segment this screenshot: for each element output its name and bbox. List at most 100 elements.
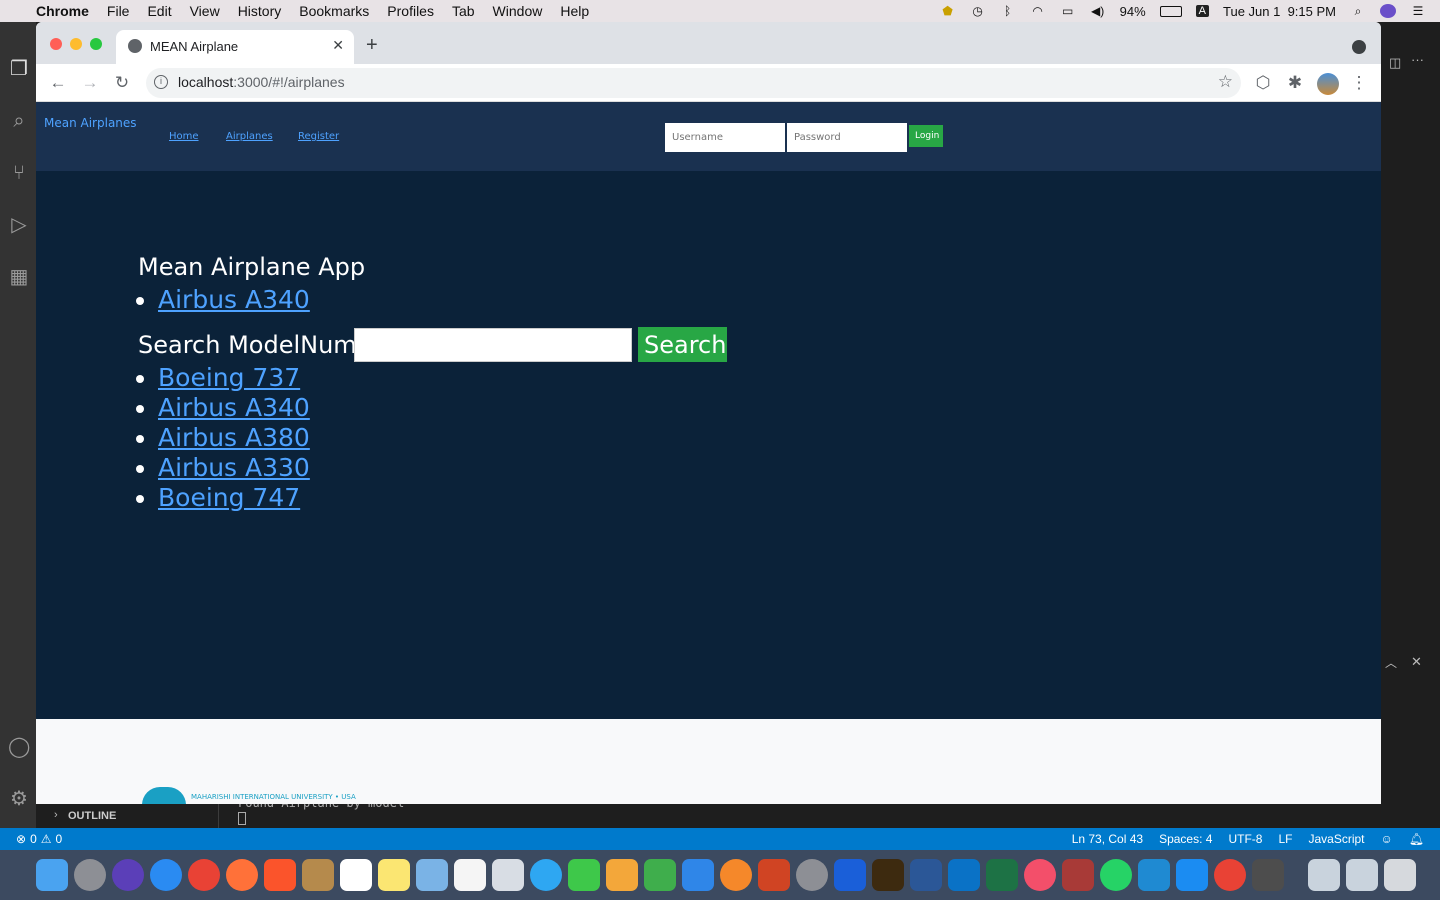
profile-avatar[interactable] <box>1317 73 1339 95</box>
input-source-icon[interactable]: A <box>1195 5 1210 17</box>
new-tab-button[interactable]: + <box>366 34 378 57</box>
numbers-icon[interactable] <box>644 859 676 891</box>
menu-edit[interactable]: Edit <box>147 3 171 19</box>
nav-register[interactable]: Register <box>298 131 339 142</box>
notification-center-icon[interactable]: ☰ <box>1410 4 1426 18</box>
airplane-link[interactable]: Airbus A330 <box>158 453 310 482</box>
menu-app-name[interactable]: Chrome <box>36 3 89 19</box>
maximize-panel-icon[interactable]: ︿ <box>1385 654 1397 671</box>
transfer-icon[interactable] <box>1176 859 1208 891</box>
spotlight-icon[interactable]: ⌕ <box>1350 4 1366 18</box>
feedback-icon[interactable]: ☺ <box>1381 832 1393 846</box>
nav-home[interactable]: Home <box>169 131 199 142</box>
airplane-link[interactable]: Boeing 737 <box>158 363 300 392</box>
trash-icon[interactable] <box>1384 859 1416 891</box>
extensions-icon[interactable]: ▦ <box>8 266 30 288</box>
tab-active[interactable]: MEAN Airplane ✕ <box>116 30 354 64</box>
tab-search-icon[interactable] <box>1352 40 1366 54</box>
time-machine-icon[interactable]: ◷ <box>970 4 986 18</box>
menu-view[interactable]: View <box>190 3 220 19</box>
volume-icon[interactable]: ◀) <box>1090 4 1106 18</box>
accounts-icon[interactable]: ◯ <box>8 736 30 758</box>
close-window-button[interactable] <box>50 38 62 50</box>
keynote-icon[interactable] <box>682 859 714 891</box>
menu-window[interactable]: Window <box>493 3 543 19</box>
menu-tab[interactable]: Tab <box>452 3 475 19</box>
menu-file[interactable]: File <box>107 3 130 19</box>
documents-stack-icon[interactable] <box>1346 859 1378 891</box>
downloads-stack-icon[interactable] <box>1308 859 1340 891</box>
search-icon[interactable]: ⌕ <box>8 110 30 132</box>
minimize-window-button[interactable] <box>70 38 82 50</box>
menu-help[interactable]: Help <box>560 3 589 19</box>
menu-bookmarks[interactable]: Bookmarks <box>299 3 369 19</box>
powerpoint-icon[interactable] <box>758 859 790 891</box>
word-icon[interactable] <box>910 859 942 891</box>
error-count[interactable]: 0 <box>30 832 37 846</box>
wifi-icon[interactable]: ◠ <box>1030 4 1046 18</box>
siri-app-icon[interactable] <box>112 859 144 891</box>
vscode-icon[interactable] <box>1138 859 1170 891</box>
search-input[interactable] <box>354 328 632 362</box>
books-icon[interactable] <box>720 859 752 891</box>
malwarebytes-icon[interactable] <box>834 859 866 891</box>
url-text[interactable]: localhost:3000/#!/airplanes <box>178 74 345 90</box>
preview-icon[interactable] <box>416 859 448 891</box>
encoding[interactable]: UTF-8 <box>1228 832 1262 846</box>
language-mode[interactable]: JavaScript <box>1308 832 1364 846</box>
address-bar[interactable]: i localhost:3000/#!/airplanes ☆ <box>146 68 1241 98</box>
outline-section[interactable]: OUTLINE <box>68 810 116 822</box>
chrome-icon[interactable] <box>188 859 220 891</box>
excel-icon[interactable] <box>986 859 1018 891</box>
menu-kebab-icon[interactable]: ⋮ <box>1346 70 1372 96</box>
reminders-icon[interactable] <box>454 859 486 891</box>
contacts-icon[interactable] <box>302 859 334 891</box>
bookmark-star-icon[interactable]: ☆ <box>1218 72 1233 92</box>
launchpad-icon[interactable] <box>74 859 106 891</box>
pages-icon[interactable] <box>606 859 638 891</box>
more-actions-icon[interactable]: ··· <box>1411 52 1424 67</box>
brave-icon[interactable] <box>264 859 296 891</box>
menu-profiles[interactable]: Profiles <box>387 3 434 19</box>
siri-icon[interactable] <box>1380 4 1396 18</box>
airplay-icon[interactable]: ▭ <box>1060 4 1076 18</box>
password-input[interactable] <box>787 123 907 152</box>
photos-preview-icon[interactable] <box>492 859 524 891</box>
airplane-link[interactable]: Airbus A340 <box>158 285 310 314</box>
airplane-link[interactable]: Airbus A380 <box>158 423 310 452</box>
clock[interactable]: Tue Jun 1 9:15 PM <box>1223 4 1336 19</box>
sublime-icon[interactable] <box>1252 859 1284 891</box>
site-info-icon[interactable]: i <box>154 75 168 89</box>
system-preferences-icon[interactable] <box>796 859 828 891</box>
whatsapp-icon[interactable] <box>1100 859 1132 891</box>
explorer-icon[interactable]: ❐ <box>8 58 30 80</box>
source-control-icon[interactable]: ⑂ <box>8 162 30 184</box>
bluetooth-icon[interactable]: ᛒ <box>1000 4 1016 18</box>
bell-icon[interactable]: 🔔︎ <box>1409 832 1424 846</box>
notes-icon[interactable] <box>378 859 410 891</box>
chevron-right-icon[interactable]: › <box>54 809 58 821</box>
battery-icon[interactable] <box>1159 5 1182 17</box>
calendar-icon[interactable] <box>340 859 372 891</box>
cursor-position[interactable]: Ln 73, Col 43 <box>1072 832 1143 846</box>
messages-icon[interactable] <box>530 859 562 891</box>
close-panel-icon[interactable]: ✕ <box>1411 654 1422 670</box>
reload-icon[interactable]: ↻ <box>109 70 135 96</box>
firefox-icon[interactable] <box>226 859 258 891</box>
search-button[interactable]: Search <box>638 327 727 362</box>
extension-cube-icon[interactable]: ⬡ <box>1250 70 1276 96</box>
finder-icon[interactable] <box>36 859 68 891</box>
split-editor-icon[interactable]: ◫ <box>1389 55 1401 71</box>
safari-icon[interactable] <box>150 859 182 891</box>
brand-link[interactable]: Mean Airplanes <box>44 116 137 130</box>
maximize-window-button[interactable] <box>90 38 102 50</box>
facetime-icon[interactable] <box>568 859 600 891</box>
indentation[interactable]: Spaces: 4 <box>1159 832 1212 846</box>
back-arrow-icon[interactable]: ← <box>45 70 71 96</box>
menu-history[interactable]: History <box>238 3 282 19</box>
username-input[interactable] <box>665 123 785 152</box>
line-ending[interactable]: LF <box>1278 832 1292 846</box>
login-button[interactable]: Login <box>909 125 943 147</box>
warning-icon[interactable]: ⚠ <box>41 832 52 846</box>
bridge-icon[interactable] <box>872 859 904 891</box>
